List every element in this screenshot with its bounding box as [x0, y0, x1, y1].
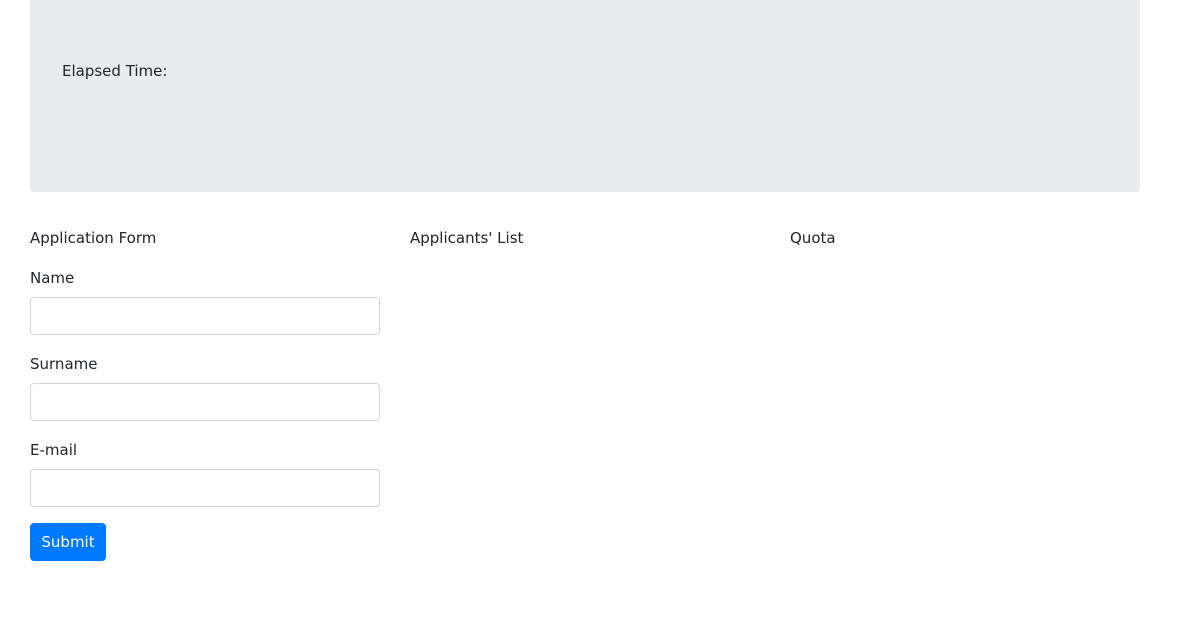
quota-heading: Quota: [790, 229, 836, 247]
applicants-list: Applicants' List: [410, 228, 760, 248]
email-field[interactable]: [30, 469, 380, 507]
surname-field[interactable]: [30, 383, 380, 421]
name-field[interactable]: [30, 297, 380, 335]
header-panel: Elapsed Time:: [30, 0, 1140, 192]
email-label: E-mail: [30, 441, 78, 459]
application-form-heading: Application Form: [30, 229, 157, 247]
application-form: Application Form Name Surname E-mail Sub…: [30, 228, 380, 561]
surname-label: Surname: [30, 355, 98, 373]
quota-section: Quota: [790, 228, 1140, 248]
elapsed-time-label: Elapsed Time:: [62, 62, 168, 80]
applicants-list-heading: Applicants' List: [410, 229, 524, 247]
submit-button[interactable]: Submit: [30, 523, 106, 561]
name-label: Name: [30, 269, 75, 287]
